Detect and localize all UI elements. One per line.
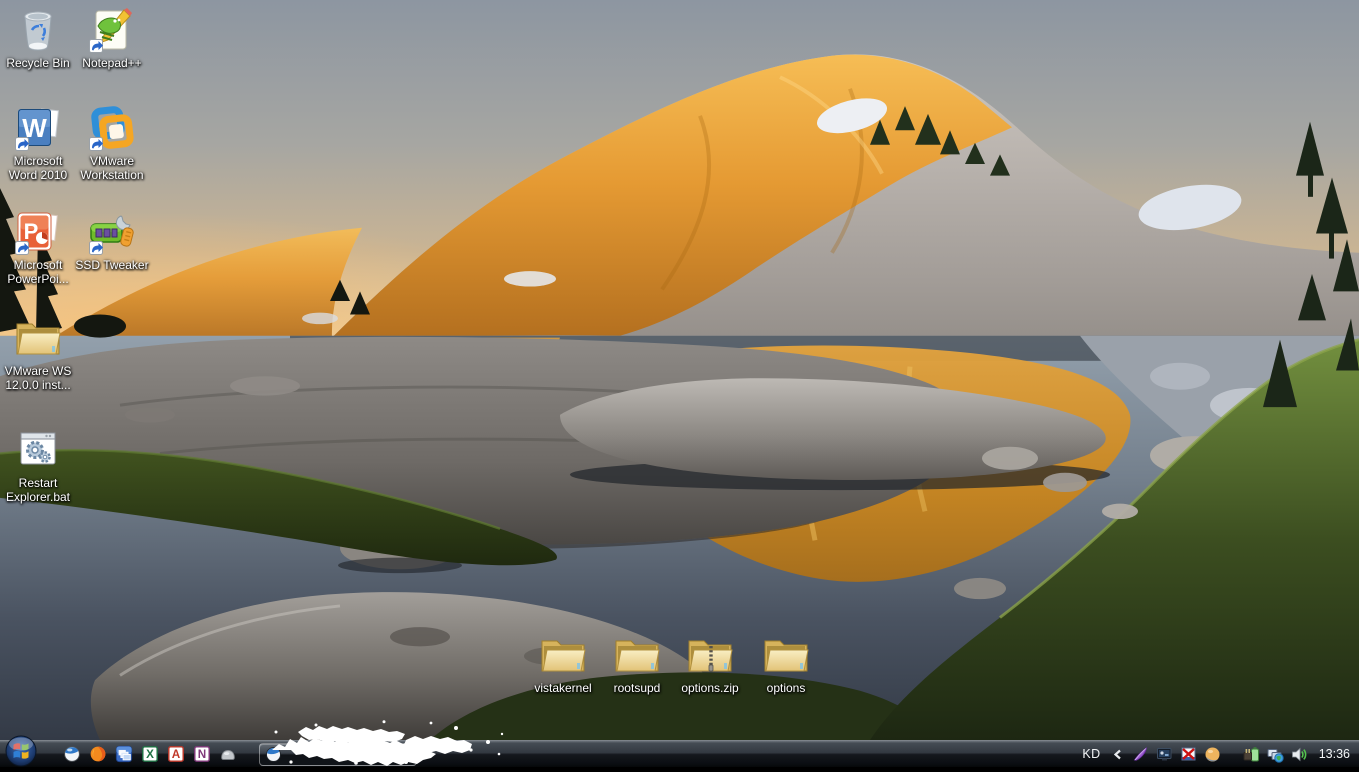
desktop-icon-restart-explorer[interactable]: Restart Explorer.bat xyxy=(0,426,76,504)
sphere-app-icon[interactable] xyxy=(63,745,81,763)
icon-label: vistakernel xyxy=(525,681,601,695)
wallpaper-image xyxy=(0,0,1359,740)
collapse-chevron-icon[interactable] xyxy=(1112,748,1123,761)
svg-text:N: N xyxy=(198,748,206,761)
access-icon[interactable]: A xyxy=(167,745,185,763)
desktop-icon-vmware-workstation[interactable]: VMware Workstation xyxy=(74,104,150,182)
onenote-icon[interactable]: N xyxy=(193,745,211,763)
desktop-icon-recycle-bin[interactable]: Recycle Bin xyxy=(0,6,76,70)
system-tray: KD xyxy=(1082,746,1359,763)
windows-logo-icon xyxy=(5,735,37,767)
network-icon[interactable] xyxy=(1267,746,1284,763)
display-icon[interactable] xyxy=(1156,746,1173,763)
gray-device-icon[interactable] xyxy=(219,745,237,763)
excel-icon[interactable]: X xyxy=(141,745,159,763)
folder-icon xyxy=(539,631,587,679)
icon-label: Notepad++ xyxy=(74,56,150,70)
icon-label: Restart Explorer.bat xyxy=(0,476,76,504)
notepad-plus-plus-icon xyxy=(88,6,136,54)
desktop-icon-vmware-ws-folder[interactable]: VMware WS 12.0.0 inst... xyxy=(0,314,76,392)
vmware-icon xyxy=(88,104,136,152)
batch-file-icon xyxy=(14,426,62,474)
desktop-icon-ssd-tweaker[interactable]: SSD Tweaker xyxy=(74,208,150,272)
folder-icon xyxy=(762,631,810,679)
icon-label: rootsupd xyxy=(599,681,675,695)
icon-label: Microsoft Word 2010 xyxy=(0,154,76,182)
icon-label: options.zip xyxy=(672,681,748,695)
desktop[interactable]: Recycle Bin Notepad++ W Microsoft Word 2… xyxy=(0,0,1359,740)
svg-text:P: P xyxy=(24,219,39,244)
language-indicator[interactable]: KD xyxy=(1082,747,1100,761)
desktop-icon-notepad-plus-plus[interactable]: Notepad++ xyxy=(74,6,150,70)
sphere-icon[interactable] xyxy=(1204,746,1221,763)
word-icon: W xyxy=(14,104,62,152)
icon-label: SSD Tweaker xyxy=(74,258,150,272)
firefox-icon[interactable] xyxy=(89,745,107,763)
folder-icon xyxy=(613,631,661,679)
desktop-folder-options-zip[interactable]: options.zip xyxy=(672,631,748,695)
quick-launch-bar: X A N xyxy=(63,745,237,763)
ssd-tweaker-icon xyxy=(88,208,136,256)
icon-label: VMware Workstation xyxy=(74,154,150,182)
powerpoint-icon: P xyxy=(14,208,62,256)
icon-label: VMware WS 12.0.0 inst... xyxy=(0,364,76,392)
icon-label: options xyxy=(748,681,824,695)
svg-text:A: A xyxy=(172,748,181,761)
switch-windows-icon[interactable] xyxy=(115,745,133,763)
icon-label: Microsoft PowerPoi... xyxy=(0,258,76,286)
sphere-app-icon xyxy=(265,746,282,763)
volume-icon[interactable] xyxy=(1291,746,1308,763)
start-button[interactable] xyxy=(5,735,37,767)
taskbar-window-button[interactable] xyxy=(259,743,417,766)
taskbar: X A N KD xyxy=(0,740,1359,767)
folder-icon xyxy=(14,314,62,362)
icon-label: Recycle Bin xyxy=(0,56,76,70)
red-x-icon[interactable] xyxy=(1180,746,1197,763)
desktop-icon-microsoft-powerpoint[interactable]: P Microsoft PowerPoi... xyxy=(0,208,76,286)
desktop-folder-vistakernel[interactable]: vistakernel xyxy=(525,631,601,695)
tray-clock[interactable]: 13:36 xyxy=(1319,747,1350,761)
power-plug-icon[interactable] xyxy=(1243,746,1260,763)
desktop-folder-rootsupd[interactable]: rootsupd xyxy=(599,631,675,695)
zip-folder-icon xyxy=(686,631,734,679)
recycle-bin-icon xyxy=(14,6,62,54)
quill-icon[interactable] xyxy=(1132,746,1149,763)
svg-text:X: X xyxy=(146,748,154,761)
desktop-icon-microsoft-word[interactable]: W Microsoft Word 2010 xyxy=(0,104,76,182)
desktop-folder-options[interactable]: options xyxy=(748,631,824,695)
